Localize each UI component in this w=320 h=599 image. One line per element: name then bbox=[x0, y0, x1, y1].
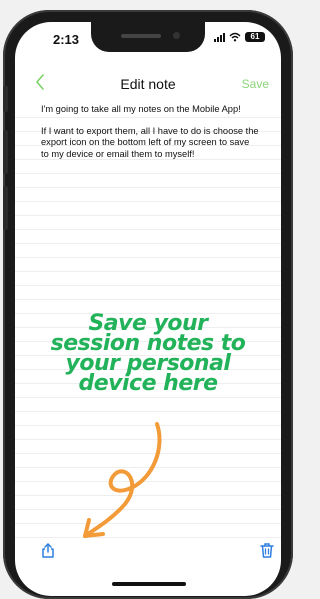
pointer-arrow bbox=[83, 422, 162, 538]
bottom-toolbar bbox=[15, 542, 281, 570]
signal-icon bbox=[214, 32, 225, 42]
status-time: 2:13 bbox=[53, 32, 80, 47]
side-button-silent bbox=[3, 86, 8, 112]
share-icon[interactable] bbox=[40, 542, 56, 558]
speaker bbox=[121, 34, 161, 38]
trash-icon[interactable] bbox=[259, 542, 275, 558]
app-screen: 2:13 61 Edit note Save I'm going to take… bbox=[15, 22, 281, 596]
nav-bar: Edit note Save bbox=[15, 74, 281, 96]
promo-line: device here bbox=[78, 371, 218, 396]
save-button[interactable]: Save bbox=[242, 77, 269, 91]
camera bbox=[173, 32, 180, 39]
side-button-volume-up bbox=[3, 130, 8, 174]
note-paragraph[interactable]: I'm going to take all my notes on the Mo… bbox=[41, 104, 259, 116]
side-button-volume-down bbox=[3, 186, 8, 230]
home-indicator[interactable] bbox=[112, 582, 186, 586]
promo-caption: Save your session notes to your personal… bbox=[15, 313, 281, 396]
notch bbox=[91, 22, 205, 52]
status-icons: 61 bbox=[214, 32, 265, 42]
wifi-icon bbox=[229, 32, 241, 42]
phone-frame: 2:13 61 Edit note Save I'm going to take… bbox=[3, 10, 293, 599]
note-paragraph[interactable]: If I want to export them, all I have to … bbox=[41, 126, 259, 161]
battery-indicator: 61 bbox=[245, 32, 265, 42]
